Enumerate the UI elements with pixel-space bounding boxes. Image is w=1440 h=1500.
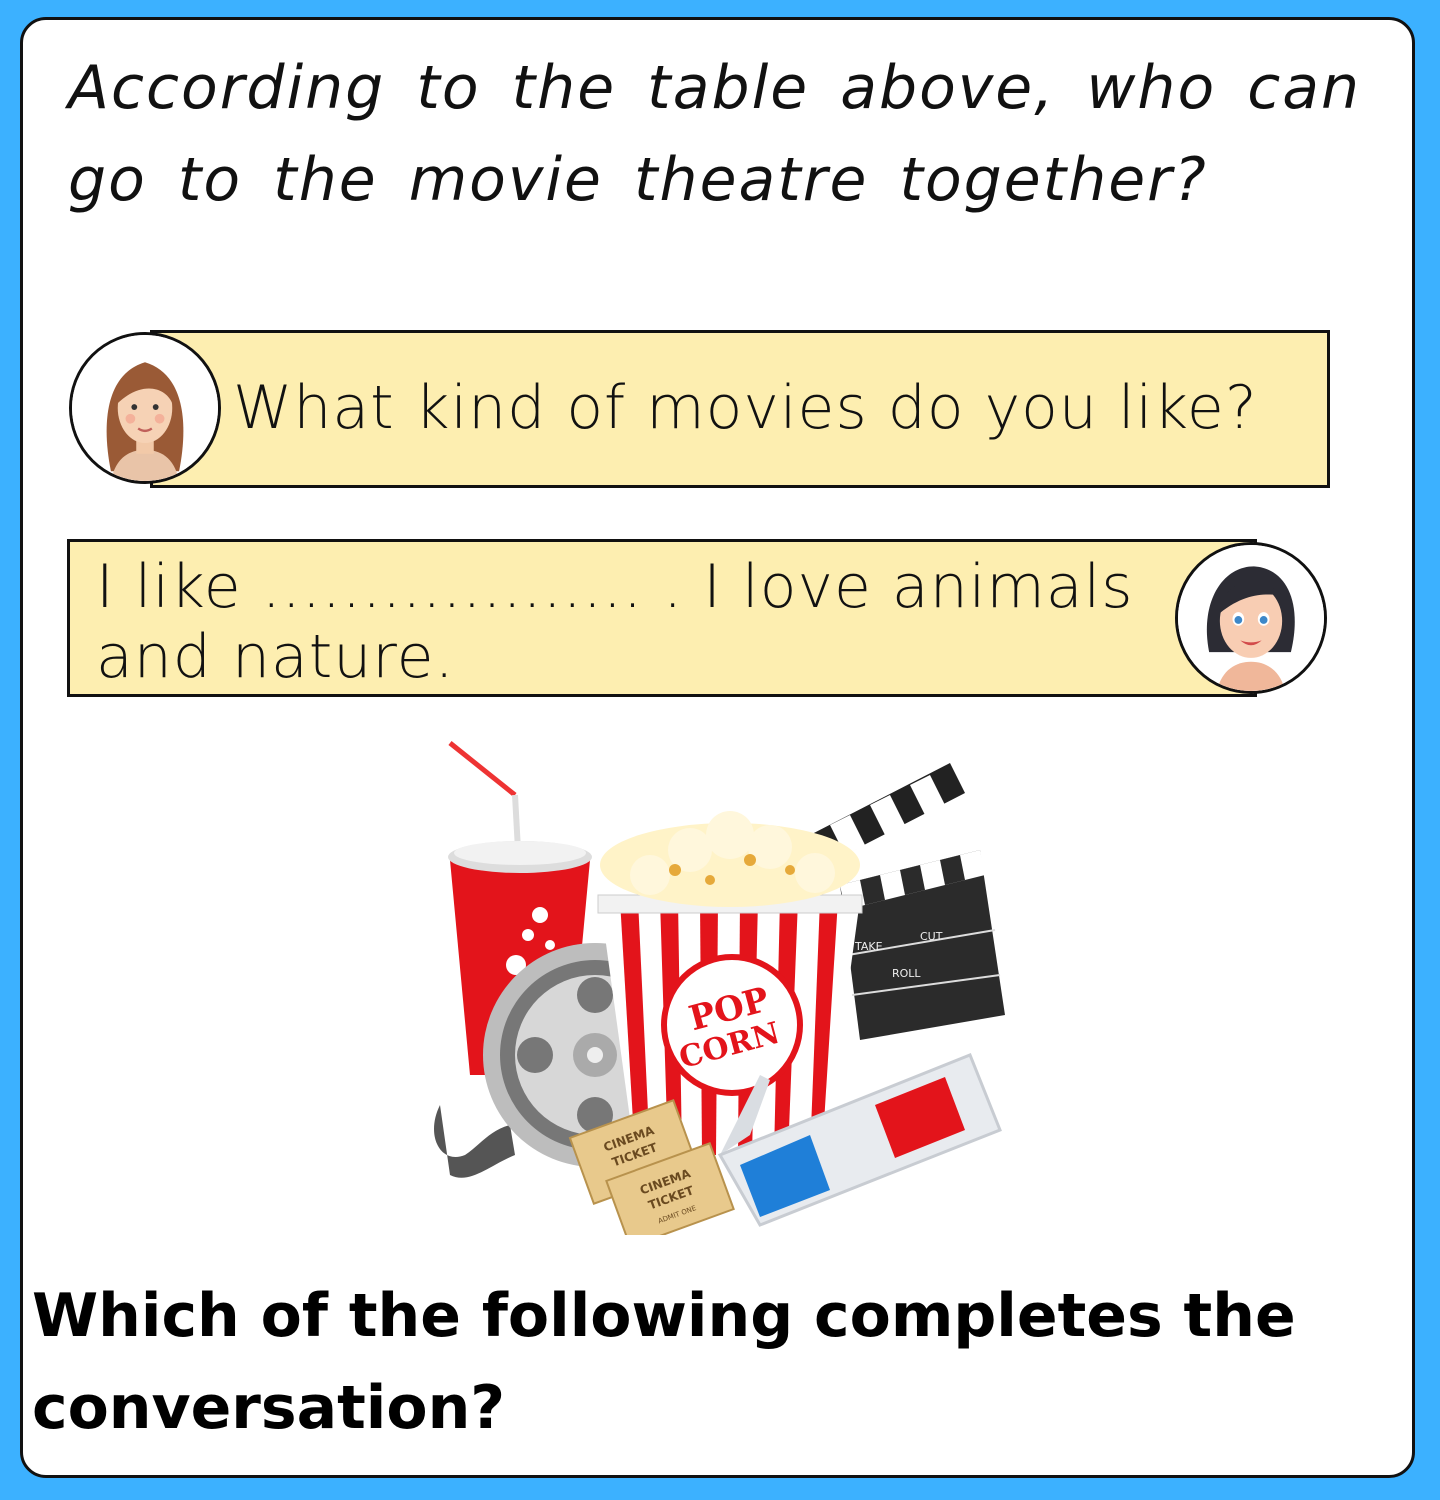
main-question: Which of the following completes the con… — [32, 1281, 1296, 1443]
speech-bubble-answer: I like ................... . I love anim… — [67, 539, 1257, 697]
popcorn-bucket-icon: POP CORN — [597, 811, 863, 1155]
cinema-illustration: TAKE CUT ROLL POP CORN CINEMA TICKET CIN… — [420, 735, 1020, 1248]
speech-text-question: What kind of movies do you like? — [233, 373, 1258, 443]
clapper-roll-label: ROLL — [892, 967, 921, 980]
clapper-cut-label: CUT — [920, 930, 943, 943]
speech-bubble-question: What kind of movies do you like? — [150, 330, 1330, 488]
3d-glasses-icon — [717, 1053, 1002, 1227]
speech-text-answer: I like ................... . I love anim… — [96, 552, 1134, 692]
cinema-items-icon: TAKE CUT ROLL POP CORN CINEMA TICKET CIN… — [434, 741, 1005, 1248]
girl-avatar-icon — [1175, 542, 1327, 694]
woman-avatar-icon — [69, 332, 221, 484]
clapper-take-label: TAKE — [854, 940, 883, 953]
intro-question: According to the table above, who can go… — [68, 53, 1362, 215]
